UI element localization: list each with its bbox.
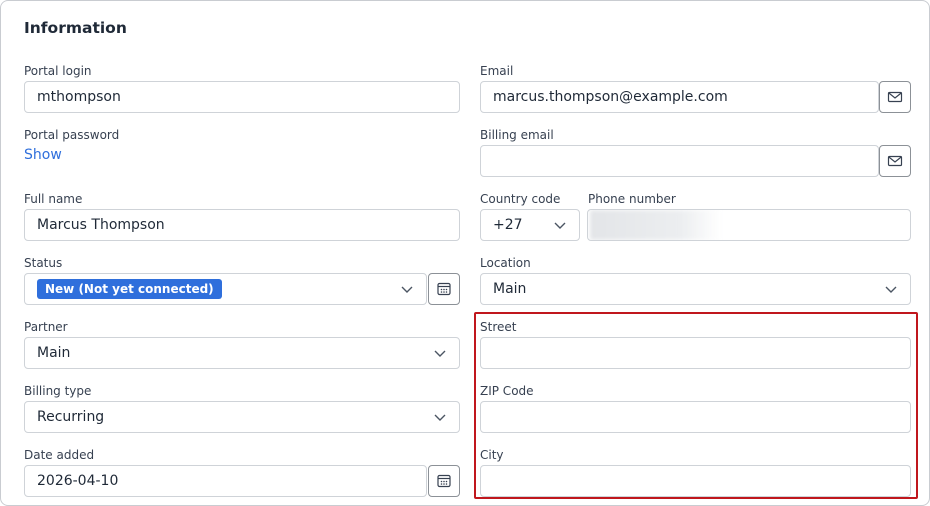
partner-select[interactable]: Main (24, 337, 460, 369)
section-title: Information (24, 19, 127, 37)
date-added-calendar-button[interactable] (428, 465, 460, 497)
date-added-value: 2026-04-10 (37, 473, 119, 489)
location-label: Location (480, 256, 531, 270)
status-label: Status (24, 256, 63, 270)
email-label: Email (480, 64, 514, 78)
billing-email-input[interactable] (480, 145, 879, 177)
full-name-input[interactable]: Marcus Thompson (24, 209, 460, 241)
phone-number-label: Phone number (588, 192, 676, 206)
billing-type-label: Billing type (24, 384, 92, 398)
chevron-down-icon (401, 286, 413, 293)
portal-password-label: Portal password (24, 128, 120, 142)
street-input[interactable] (480, 337, 911, 369)
status-calendar-button[interactable] (428, 273, 460, 305)
street-label: Street (480, 320, 517, 334)
country-code-label: Country code (480, 192, 561, 206)
calendar-icon (437, 474, 451, 488)
billing-email-label: Billing email (480, 128, 554, 142)
country-code-value: +27 (493, 217, 523, 233)
chevron-down-icon (885, 286, 897, 293)
date-added-label: Date added (24, 448, 95, 462)
chevron-down-icon (434, 414, 446, 421)
chevron-down-icon (554, 222, 566, 229)
envelope-icon (887, 155, 903, 167)
phone-number-input[interactable] (587, 209, 911, 241)
zip-code-label: ZIP Code (480, 384, 534, 398)
city-label: City (480, 448, 504, 462)
date-added-input[interactable]: 2026-04-10 (24, 465, 427, 497)
partner-value: Main (37, 345, 71, 361)
status-select[interactable]: New (Not yet connected) (24, 273, 427, 305)
email-input[interactable]: marcus.thompson@example.com (480, 81, 879, 113)
zip-code-input[interactable] (480, 401, 911, 433)
send-billing-email-button[interactable] (879, 145, 911, 177)
location-select[interactable]: Main (480, 273, 911, 305)
billing-type-select[interactable]: Recurring (24, 401, 460, 433)
information-card: Information Portal login mthompson Porta… (0, 0, 930, 506)
partner-label: Partner (24, 320, 68, 334)
full-name-value: Marcus Thompson (37, 217, 165, 233)
status-badge: New (Not yet connected) (37, 279, 222, 299)
portal-login-value: mthompson (37, 89, 121, 105)
portal-login-input[interactable]: mthompson (24, 81, 460, 113)
envelope-icon (887, 91, 903, 103)
country-code-select[interactable]: +27 (480, 209, 580, 241)
send-email-button[interactable] (879, 81, 911, 113)
email-value: marcus.thompson@example.com (493, 89, 728, 105)
calendar-icon (437, 282, 451, 296)
redacted-phone-value (590, 210, 720, 240)
city-input[interactable] (480, 465, 911, 497)
chevron-down-icon (434, 350, 446, 357)
billing-type-value: Recurring (37, 409, 105, 425)
show-password-link[interactable]: Show (24, 147, 62, 163)
full-name-label: Full name (24, 192, 83, 206)
portal-login-label: Portal login (24, 64, 92, 78)
location-value: Main (493, 281, 527, 297)
